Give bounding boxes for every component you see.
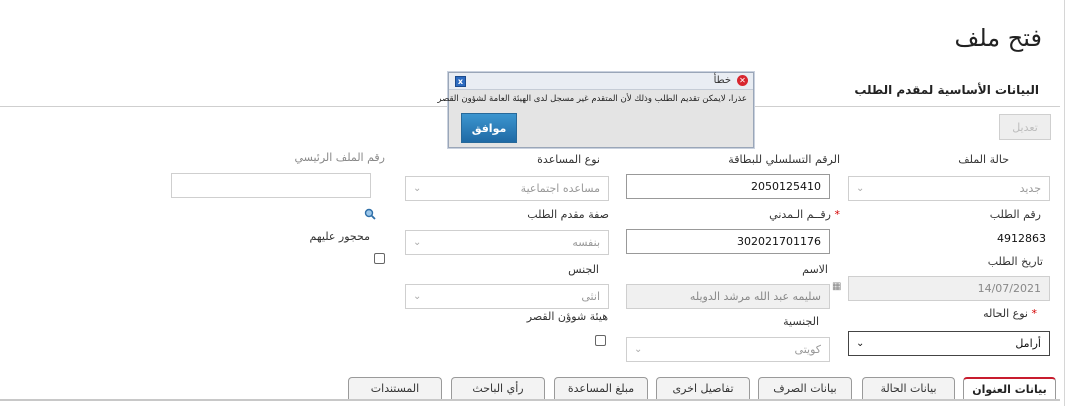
search-icon[interactable] [364,205,376,220]
dialog-message: عذرا، لايمكن تقديم الطلب وذلك لأن المتقد… [437,94,747,104]
file-status-label: حالة الملف [958,153,1009,166]
file-status-select[interactable]: جديد ⌄ [848,176,1050,201]
applicant-capacity-value: بنفسه [572,236,600,249]
interdicted-checkbox[interactable] [374,253,385,264]
minors-authority-label: هيئة شوؤن القصر [526,310,608,323]
tab-disbursement-data[interactable]: بيانات الصرف [758,377,852,399]
aid-type-label: نوع المساعدة [537,153,600,166]
aid-type-select[interactable]: مساعده اجتماعية ⌄ [405,176,609,201]
chevron-down-icon: ⌄ [413,237,422,248]
name-field: سليمه عبد الله مرشد الدويله [626,284,830,309]
applicant-capacity-select[interactable]: بنفسه ⌄ [405,230,609,255]
chevron-down-icon: ⌄ [856,183,865,194]
gender-value: انثى [581,290,600,303]
main-file-number-label: رقم الملف الرئيسي [294,151,385,164]
civil-number-value: 302021701176 [737,235,821,248]
error-dialog: x خطأ ✕ عذرا، لايمكن تقديم الطلب وذلك لأ… [437,72,754,148]
calendar-icon[interactable]: ▦ [832,281,843,293]
page-border [1064,0,1065,406]
case-type-label: نوع الحاله * [983,307,1037,320]
nationality-select[interactable]: كويتى ⌄ [626,337,830,362]
civil-number-label: رقــم الـمدني * [769,208,840,221]
applicant-capacity-label: صفة مقدم الطلب [527,208,609,221]
tab-other-details[interactable]: تفاصيل اخرى [656,377,750,399]
tab-documents[interactable]: المستندات [348,377,442,399]
page-title: فتح ملف [954,24,1042,52]
section-title: البيانات الأساسية لمقدم الطلب [854,83,1039,97]
name-label: الاسم [802,263,828,276]
request-date-value: 14/07/2021 [977,282,1041,295]
interdicted-label: محجور عليهم [309,230,371,243]
edit-button[interactable]: تعديل [999,114,1051,140]
case-type-select[interactable]: أرامل ⌄ [848,331,1050,356]
tabs-divider [0,399,1060,401]
request-date-field: 14/07/2021 [848,276,1050,301]
close-icon[interactable]: x [455,76,466,87]
gender-label: الجنس [568,263,599,276]
request-number-value: 4912863 [997,232,1046,245]
chevron-down-icon: ⌄ [413,183,422,194]
aid-type-value: مساعده اجتماعية [520,182,600,195]
error-icon: ✕ [737,75,748,86]
chevron-down-icon: ⌄ [856,338,865,349]
nationality-value: كويتى [794,343,821,356]
card-serial-input[interactable]: 2050125410 [626,174,830,199]
tab-aid-amount[interactable]: مبلغ المساعدة [554,377,648,399]
tab-address-data[interactable]: بيانات العنوان [963,377,1056,399]
dialog-titlebar: x خطأ ✕ [449,73,753,90]
nationality-label: الجنسية [783,315,819,328]
main-file-number-input[interactable] [171,173,371,198]
chevron-down-icon: ⌄ [634,344,643,355]
request-date-label: تاريخ الطلب [987,255,1043,268]
dialog-title: خطأ [713,75,731,86]
case-type-value: أرامل [1015,337,1041,350]
civil-number-input[interactable]: 302021701176 [626,229,830,254]
tab-case-data[interactable]: بيانات الحالة [862,377,955,399]
file-status-value: جديد [1019,182,1041,195]
card-serial-value: 2050125410 [751,180,821,193]
card-serial-label: الرقم التسلسلي للبطاقة [728,153,840,166]
request-number-label: رقم الطلب [989,208,1041,221]
gender-select[interactable]: انثى ⌄ [405,284,609,309]
chevron-down-icon: ⌄ [413,291,422,302]
minors-authority-checkbox[interactable] [595,335,606,346]
name-value: سليمه عبد الله مرشد الدويله [689,290,821,303]
tab-researcher-opinion[interactable]: رأي الباحث [451,377,545,399]
ok-button[interactable]: موافق [461,113,517,143]
